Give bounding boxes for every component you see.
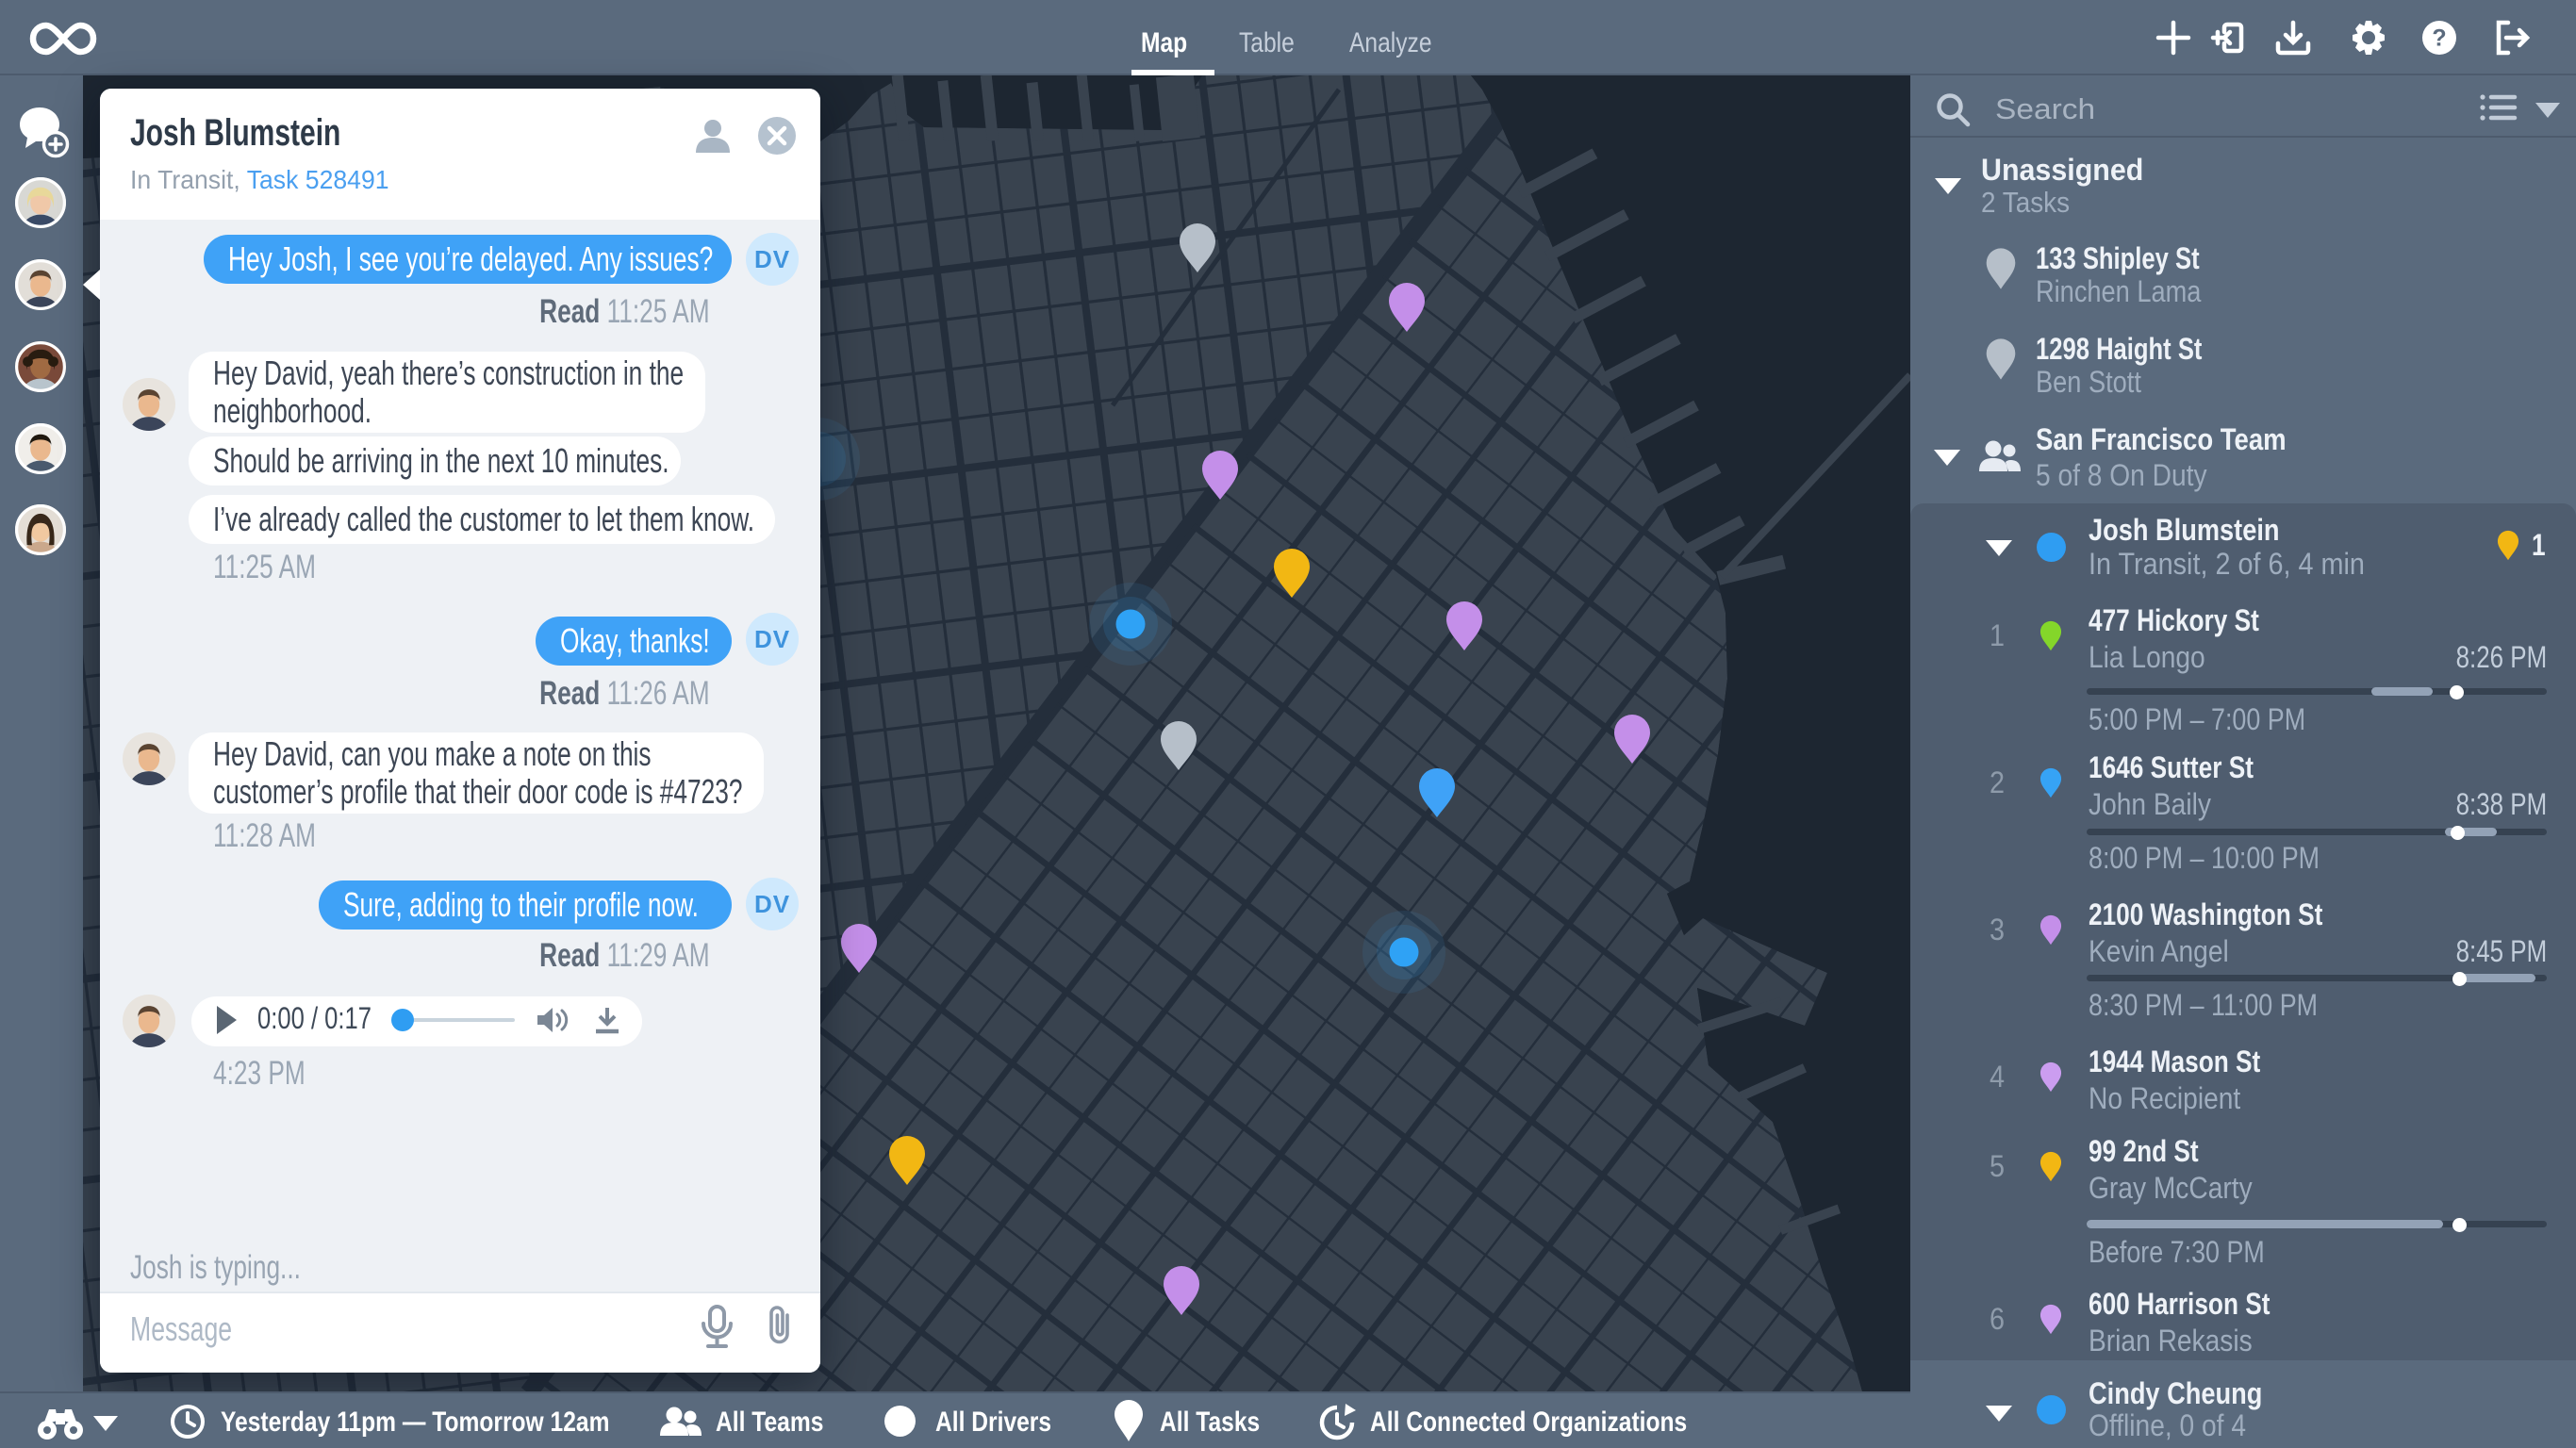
svg-text:?: ? xyxy=(2432,25,2446,52)
